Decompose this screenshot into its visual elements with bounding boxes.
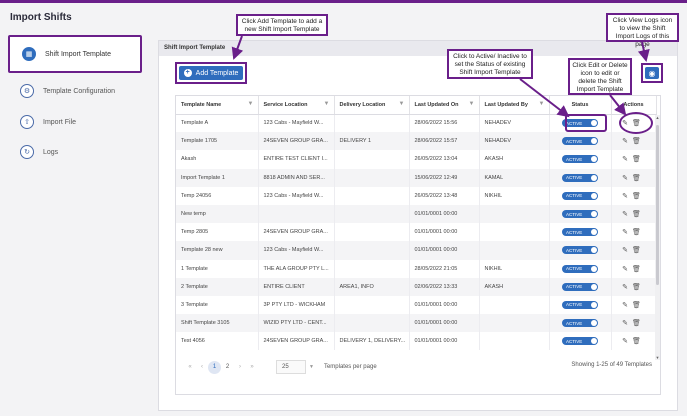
annotation-arrows xyxy=(231,35,650,118)
arrow-logs xyxy=(637,41,650,62)
arrow-add xyxy=(231,35,244,60)
arrow-edit xyxy=(609,94,627,116)
arrow-status xyxy=(519,78,570,118)
